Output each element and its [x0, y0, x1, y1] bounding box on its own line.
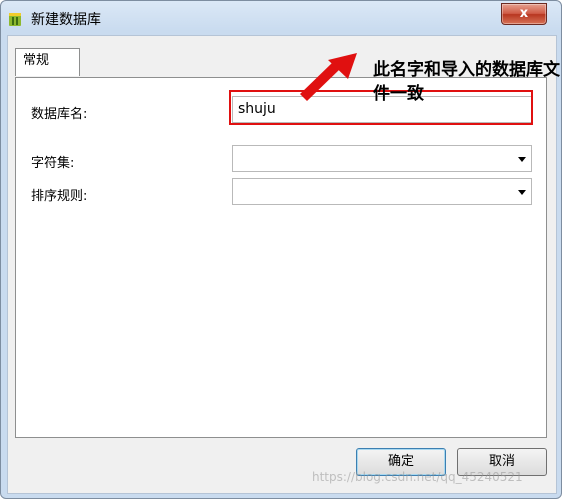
- close-button[interactable]: x: [501, 3, 547, 25]
- title-bar[interactable]: 新建数据库 x: [1, 1, 561, 35]
- watermark: https://blog.csdn.net/qq_45240521: [312, 470, 523, 484]
- chevron-down-icon: [518, 190, 526, 195]
- database-icon: [8, 11, 22, 27]
- db-name-label: 数据库名:: [31, 107, 88, 122]
- close-icon: x: [519, 6, 529, 21]
- charset-label: 字符集:: [31, 156, 75, 171]
- tab-general[interactable]: 常规: [15, 48, 80, 76]
- window-title: 新建数据库: [31, 12, 101, 28]
- collation-label: 排序规则:: [31, 189, 88, 204]
- annotation-text: 此名字和导入的数据库文件一致: [373, 60, 560, 104]
- chevron-down-icon: [518, 157, 526, 162]
- collation-select[interactable]: [232, 178, 532, 205]
- general-panel: 数据库名: shuju 字符集: 排序规则:: [15, 77, 547, 438]
- charset-select[interactable]: [232, 145, 532, 172]
